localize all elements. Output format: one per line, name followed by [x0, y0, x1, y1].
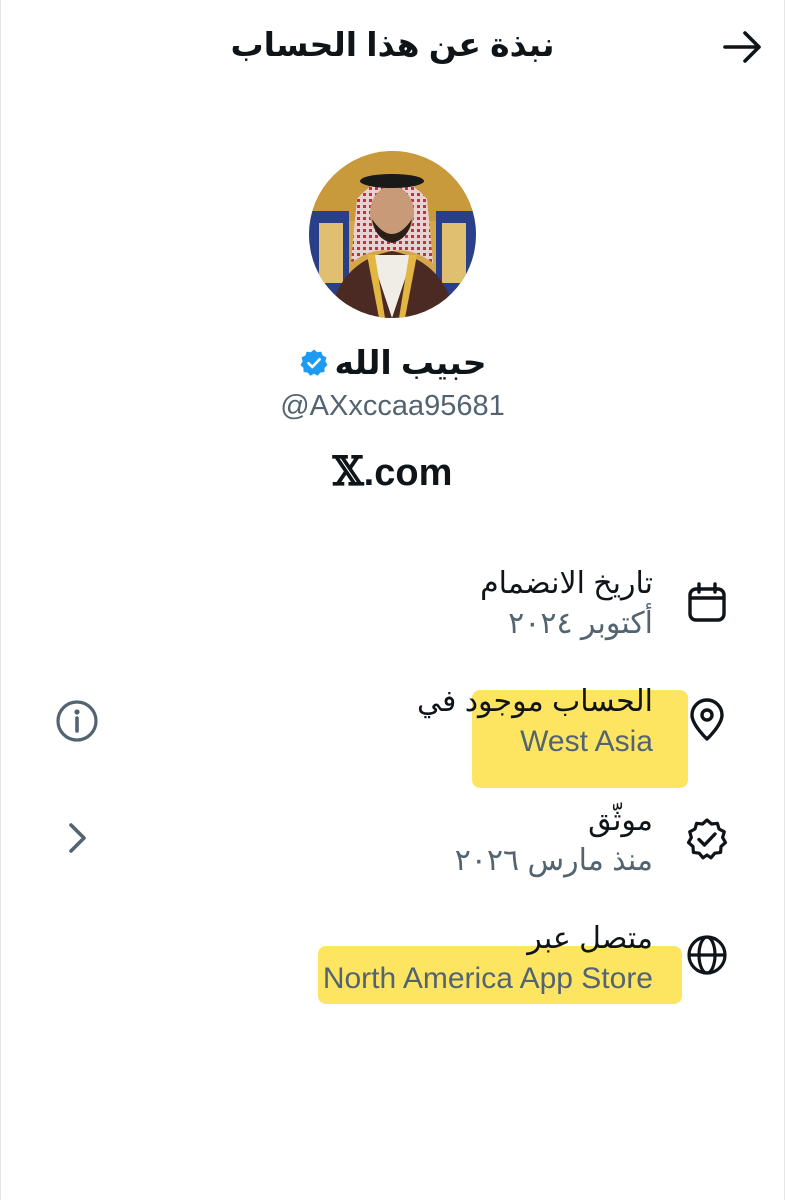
- verified-chevron-button[interactable]: [54, 815, 100, 861]
- display-name: حبيب الله: [334, 344, 487, 381]
- verified-text: موثّق منذ مارس ٢٠٢٦: [455, 801, 653, 881]
- info-row-verified[interactable]: موثّق منذ مارس ٢٠٢٦: [0, 797, 785, 897]
- verified-badge-icon: [299, 348, 329, 378]
- header: نبذة عن هذا الحساب: [0, 0, 785, 92]
- brand-domain: .com: [363, 452, 453, 494]
- verified-title: موثّق: [588, 804, 653, 837]
- joined-text: تاريخ الانضمام أكتوبر ٢٠٢٤: [480, 564, 653, 644]
- x-logo-icon: 𝕏: [332, 448, 364, 495]
- avatar[interactable]: [309, 151, 476, 318]
- username-handle: @AXxccaa95681: [280, 390, 505, 422]
- info-icon: [56, 700, 98, 742]
- connected-title: متصل عبر: [527, 922, 653, 955]
- arrow-right-icon: [723, 31, 761, 63]
- info-row-connected: متصل عبر North America App Store: [0, 915, 785, 1015]
- globe-icon: [685, 933, 729, 977]
- joined-title: تاريخ الانضمام: [480, 567, 653, 600]
- connected-value: North America App Store: [322, 962, 653, 995]
- location-text: الحساب موجود في West Asia: [417, 682, 653, 762]
- info-row-location: الحساب موجود في West Asia: [0, 678, 785, 778]
- info-row-joined: تاريخ الانضمام أكتوبر ٢٠٢٤: [0, 560, 785, 660]
- joined-value: أكتوبر ٢٠٢٤: [508, 607, 653, 640]
- calendar-icon: [685, 581, 729, 625]
- profile-photo: [309, 151, 476, 318]
- connected-text: متصل عبر North America App Store: [323, 919, 653, 999]
- profile-name-row: حبيب الله: [0, 340, 785, 386]
- verified-value: منذ مارس ٢٠٢٦: [454, 844, 653, 877]
- verified-outline-icon: [685, 817, 729, 861]
- location-value: West Asia: [520, 725, 653, 758]
- back-button[interactable]: [719, 24, 765, 70]
- location-info-button[interactable]: [54, 698, 100, 744]
- location-title: الحساب موجود في: [417, 685, 653, 718]
- location-pin-icon: [685, 698, 729, 742]
- brand-link[interactable]: 𝕏.com: [0, 448, 785, 497]
- page-title: نبذة عن هذا الحساب: [230, 26, 555, 63]
- chevron-left-icon: [69, 823, 86, 853]
